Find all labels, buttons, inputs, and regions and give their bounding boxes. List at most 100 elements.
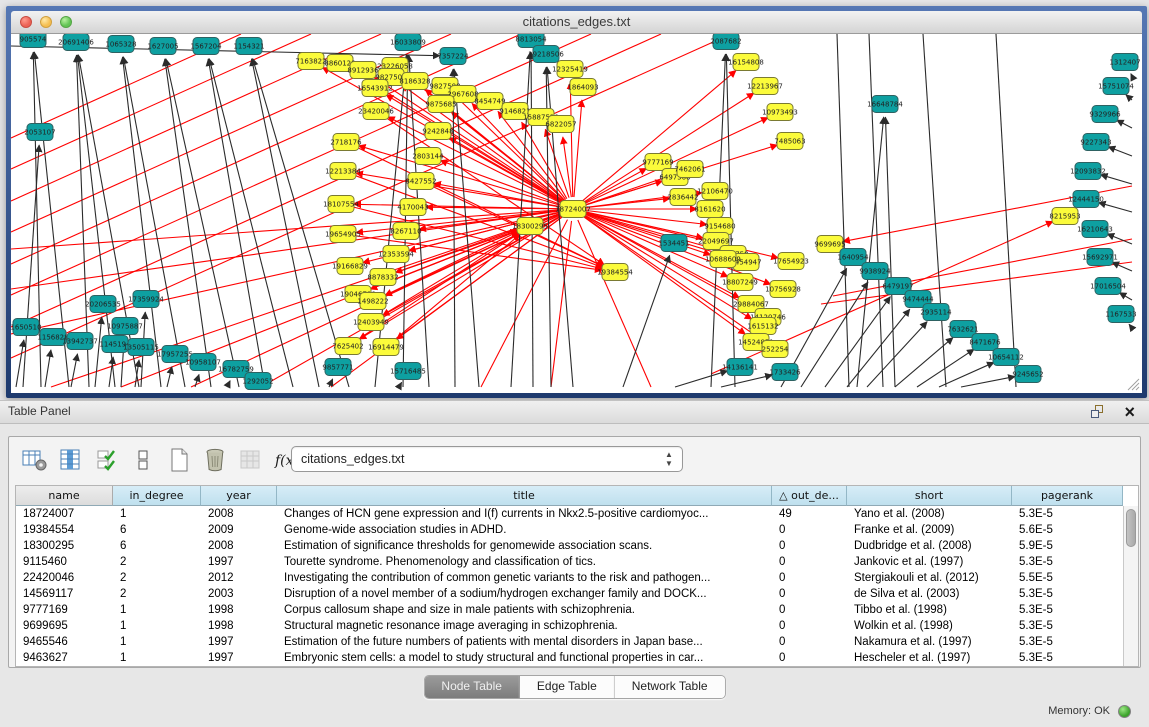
- table-cell[interactable]: 18724007: [16, 506, 113, 522]
- graph-node[interactable]: 9875685: [425, 96, 456, 113]
- table-cell[interactable]: 22420046: [16, 570, 113, 586]
- table-cell[interactable]: Genome-wide association studies in ADHD.: [277, 522, 772, 538]
- graph-node[interactable]: 8267110: [390, 223, 421, 240]
- graph-node[interactable]: 1567204: [190, 38, 222, 55]
- table-cell[interactable]: 5.3E-5: [1012, 554, 1123, 570]
- graph-node[interactable]: 12106470: [697, 183, 733, 200]
- graph-edge[interactable]: [167, 367, 172, 387]
- table-cell[interactable]: Corpus callosum shape and size in male p…: [277, 602, 772, 618]
- table-row[interactable]: 1938455462009Genome-wide association stu…: [16, 522, 1138, 538]
- graph-node[interactable]: 10654112: [988, 349, 1024, 366]
- graph-node[interactable]: 19218506: [528, 46, 564, 63]
- table-cell[interactable]: Jankovic et al. (1997): [847, 554, 1012, 570]
- graph-edge[interactable]: [570, 82, 572, 197]
- graph-node[interactable]: 2935114: [920, 304, 952, 321]
- graph-node[interactable]: 13505115: [123, 339, 159, 356]
- graph-edge[interactable]: [675, 371, 728, 387]
- memory-status-indicator[interactable]: [1118, 705, 1131, 718]
- graph-edge[interactable]: [123, 57, 185, 387]
- graph-node[interactable]: 9938924: [859, 263, 891, 280]
- graph-edge[interactable]: [208, 59, 265, 387]
- tab-edge-table[interactable]: Edge Table: [520, 676, 615, 698]
- graph-node[interactable]: 23420046: [358, 103, 394, 120]
- graph-edge[interactable]: [453, 69, 455, 387]
- delete-column-icon[interactable]: [237, 447, 264, 473]
- tab-network-table[interactable]: Network Table: [615, 676, 725, 698]
- graph-node[interactable]: 8471676: [969, 334, 1001, 351]
- graph-node[interactable]: 10688609: [705, 251, 741, 268]
- graph-node[interactable]: 2053107: [24, 124, 55, 141]
- table-cell[interactable]: 5.3E-5: [1012, 650, 1123, 666]
- graph-edge[interactable]: [71, 354, 78, 387]
- table-cell[interactable]: 1997: [201, 554, 277, 570]
- table-cell[interactable]: 5.6E-5: [1012, 522, 1123, 538]
- table-cell[interactable]: 5.9E-5: [1012, 538, 1123, 554]
- table-options-icon[interactable]: [21, 447, 48, 473]
- table-cell[interactable]: Embryonic stem cells: a model to study s…: [277, 650, 772, 666]
- graph-node[interactable]: 7462061: [674, 161, 705, 178]
- graph-edge[interactable]: [1108, 147, 1132, 156]
- graph-node[interactable]: 1864093: [567, 79, 598, 96]
- graph-edge[interactable]: [23, 145, 39, 387]
- table-cell[interactable]: 9463627: [16, 650, 113, 666]
- table-cell[interactable]: Hescheler et al. (1997): [847, 650, 1012, 666]
- graph-node[interactable]: 12353594: [378, 246, 414, 263]
- table-cell[interactable]: Structural magnetic resonance image aver…: [277, 618, 772, 634]
- window-zoom-button[interactable]: [60, 16, 72, 28]
- graph-node[interactable]: 19384554: [597, 264, 633, 281]
- graph-node[interactable]: 905574: [20, 34, 47, 48]
- graph-edge[interactable]: [195, 374, 199, 387]
- close-panel-icon[interactable]: ×: [1124, 401, 1135, 423]
- graph-node[interactable]: 10975887: [107, 318, 143, 335]
- graph-edge[interactable]: [996, 34, 1016, 387]
- table-cell[interactable]: 2012: [201, 570, 277, 586]
- graph-node[interactable]: 12325419: [552, 61, 588, 78]
- table-cell[interactable]: 9465546: [16, 634, 113, 650]
- graph-node[interactable]: 17359924: [128, 291, 164, 308]
- graph-node[interactable]: 13942737: [62, 333, 98, 350]
- table-cell[interactable]: 1: [113, 634, 201, 650]
- graph-node[interactable]: 2803144: [412, 148, 444, 165]
- table-row[interactable]: 977716911998Corpus callosum shape and si…: [16, 602, 1138, 618]
- column-header[interactable]: short: [847, 486, 1012, 506]
- graph-node[interactable]: 16210643: [1077, 221, 1113, 238]
- table-cell[interactable]: Yano et al. (2008): [847, 506, 1012, 522]
- table-cell[interactable]: 5.5E-5: [1012, 570, 1123, 586]
- float-panel-icon[interactable]: [1091, 405, 1105, 419]
- table-cell[interactable]: Estimation of the future numbers of pati…: [277, 634, 772, 650]
- graph-edge[interactable]: [801, 282, 868, 387]
- table-cell[interactable]: 1: [113, 650, 201, 666]
- graph-node[interactable]: 12213967: [747, 78, 783, 95]
- graph-node[interactable]: 8186328: [399, 73, 430, 90]
- table-cell[interactable]: 49: [772, 506, 847, 522]
- table-cell[interactable]: 9699695: [16, 618, 113, 634]
- graph-edge[interactable]: [1129, 324, 1132, 328]
- graph-node[interactable]: 17654923: [773, 253, 809, 270]
- delete-table-icon[interactable]: [201, 447, 228, 473]
- graph-node[interactable]: 6822057: [545, 116, 576, 133]
- new-table-icon[interactable]: [165, 447, 192, 473]
- table-cell[interactable]: 0: [772, 570, 847, 586]
- graph-edge[interactable]: [1117, 120, 1132, 128]
- graph-node[interactable]: 8215953: [1049, 208, 1080, 225]
- graph-node[interactable]: 4170043: [397, 199, 428, 216]
- graph-node[interactable]: 7485063: [774, 133, 805, 150]
- graph-node[interactable]: 15692971: [1082, 249, 1118, 266]
- table-cell[interactable]: 2008: [201, 538, 277, 554]
- table-cell[interactable]: Wolkin et al. (1998): [847, 618, 1012, 634]
- graph-edge[interactable]: [574, 100, 582, 197]
- table-cell[interactable]: Stergiakouli et al. (2012): [847, 570, 1012, 586]
- table-cell[interactable]: 5.3E-5: [1012, 634, 1123, 650]
- graph-node[interactable]: 18107554: [323, 196, 359, 213]
- table-row[interactable]: 1456911722003Disruption of a novel membe…: [16, 586, 1138, 602]
- graph-node[interactable]: 18724007: [555, 201, 591, 218]
- graph-node[interactable]: 12093832: [1070, 163, 1106, 180]
- graph-edge[interactable]: [399, 382, 402, 387]
- graph-node[interactable]: 9857771: [322, 359, 353, 376]
- table-cell[interactable]: 0: [772, 602, 847, 618]
- graph-node[interactable]: 10756928: [765, 281, 801, 298]
- scrollbar-thumb[interactable]: [1126, 509, 1136, 547]
- graph-node[interactable]: 7163822: [295, 53, 326, 70]
- column-header[interactable]: title: [277, 486, 772, 506]
- graph-node[interactable]: 9777169: [642, 154, 673, 171]
